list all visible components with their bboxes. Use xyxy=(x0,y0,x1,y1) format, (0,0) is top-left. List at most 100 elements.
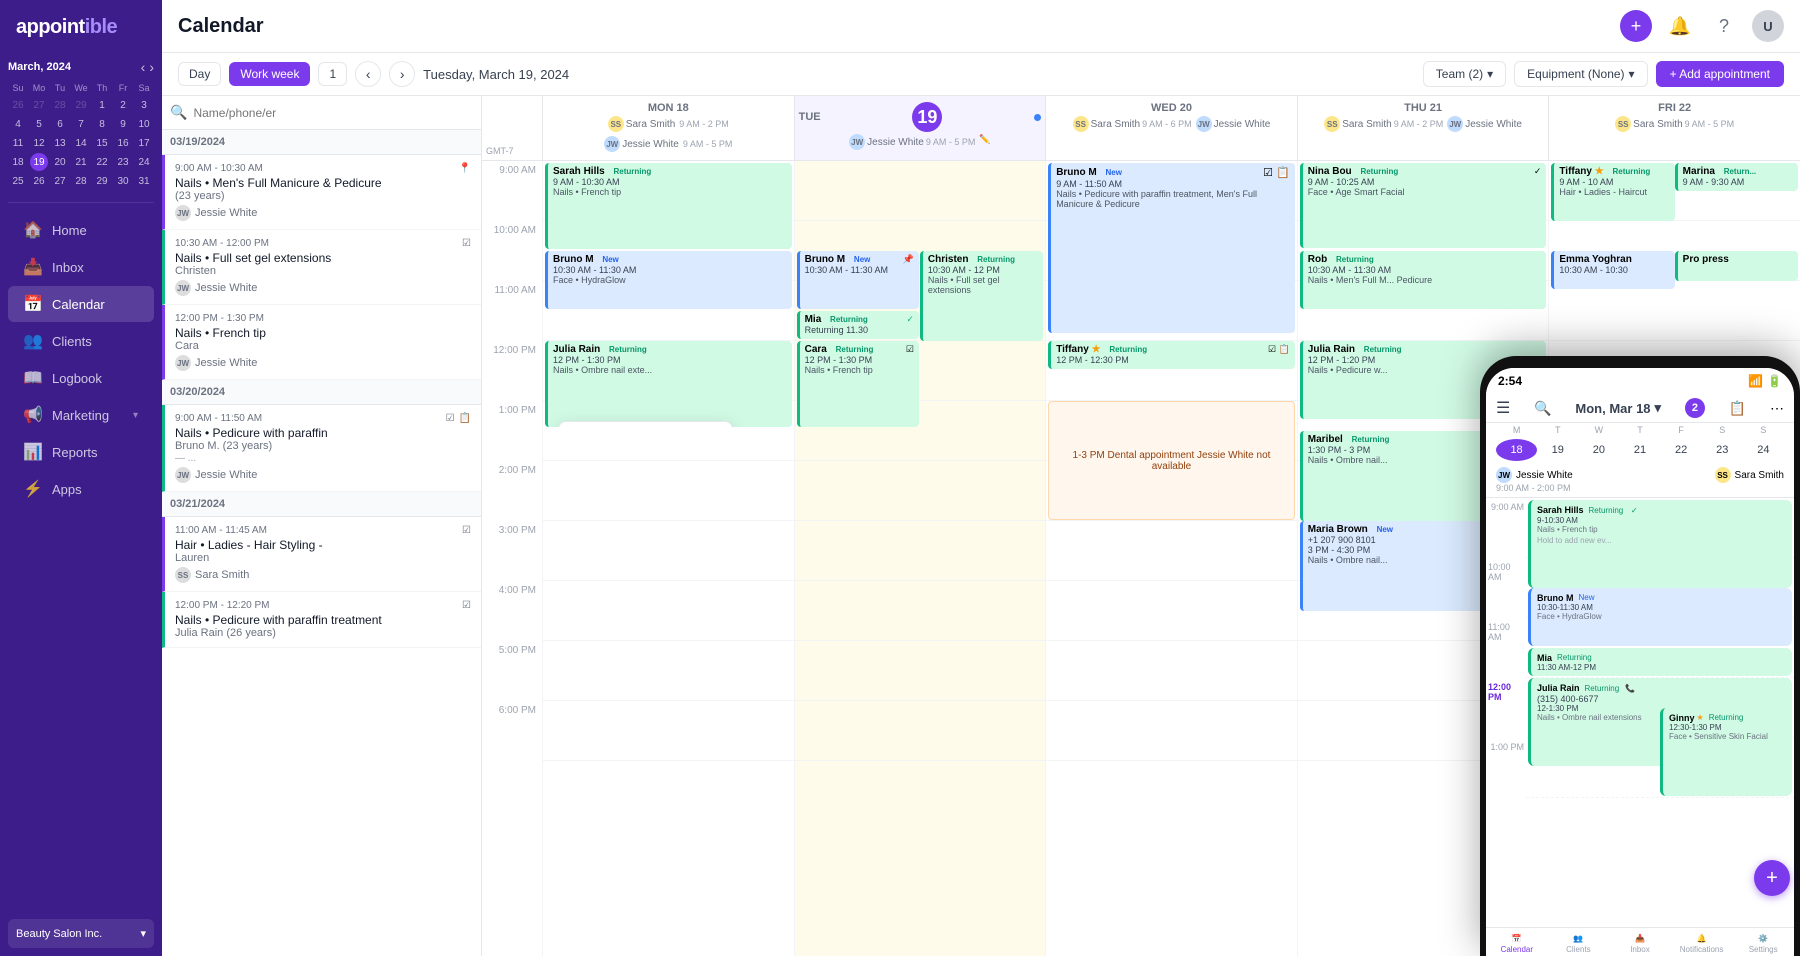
mini-cal-day[interactable]: 27 xyxy=(30,96,48,114)
mini-cal-day[interactable]: 25 xyxy=(9,172,27,190)
sidebar-item-inbox[interactable]: 📥 Inbox xyxy=(8,249,154,285)
mini-cal-day[interactable]: 28 xyxy=(72,172,90,190)
mini-cal-day[interactable]: 21 xyxy=(72,153,90,171)
equipment-filter-button[interactable]: Equipment (None) ▾ xyxy=(1514,61,1647,87)
event-block[interactable]: Bruno M New 📌 10:30 AM - 11:30 AM xyxy=(797,251,919,309)
work-week-view-button[interactable]: Work week xyxy=(229,62,310,86)
add-appointment-button[interactable]: + Add appointment xyxy=(1656,61,1784,87)
phone-date-22[interactable]: 22 xyxy=(1661,439,1702,461)
mini-cal-day[interactable]: 31 xyxy=(135,172,153,190)
add-button[interactable]: + xyxy=(1620,10,1652,42)
phone-fab-button[interactable]: + xyxy=(1754,860,1790,896)
event-block[interactable]: Julia Rain Returning 12 PM - 1:30 PM Nai… xyxy=(545,341,792,427)
phone-date-23[interactable]: 23 xyxy=(1702,439,1743,461)
more-icon[interactable]: ⋯ xyxy=(1770,400,1784,417)
event-block[interactable]: Sarah Hills Returning 9 AM - 10:30 AM Na… xyxy=(545,163,792,249)
next-week-button[interactable]: › xyxy=(389,61,415,87)
edit-icon[interactable]: ✏️ xyxy=(979,134,990,150)
mini-cal-next[interactable]: › xyxy=(149,59,154,75)
mini-cal-day[interactable]: 12 xyxy=(30,134,48,152)
mini-cal-day[interactable]: 5 xyxy=(30,115,48,133)
mini-cal-day[interactable]: 3 xyxy=(135,96,153,114)
list-item[interactable]: 9:00 AM - 11:50 AM ☑ 📋 Nails • Pedicure … xyxy=(162,405,481,492)
prev-week-button[interactable]: ‹ xyxy=(355,61,381,87)
search-input[interactable] xyxy=(193,106,473,120)
mini-cal-day[interactable]: 4 xyxy=(9,115,27,133)
event-block[interactable]: Pro press xyxy=(1675,251,1798,281)
mini-cal-day[interactable]: 30 xyxy=(114,172,132,190)
mini-cal-day-today[interactable]: 19 xyxy=(30,153,48,171)
mini-cal-day[interactable]: 29 xyxy=(93,172,111,190)
list-item[interactable]: 11:00 AM - 11:45 AM ☑ Hair • Ladies - Ha… xyxy=(162,517,481,592)
mini-cal-day[interactable]: 28 xyxy=(51,96,69,114)
phone-date-20[interactable]: 20 xyxy=(1578,439,1619,461)
list-item[interactable]: 12:00 PM - 1:30 PM Nails • French tip Ca… xyxy=(162,305,481,380)
salon-selector[interactable]: Beauty Salon Inc. ▾ xyxy=(8,919,154,948)
mini-cal-day[interactable]: 20 xyxy=(51,153,69,171)
mini-cal-day[interactable]: 7 xyxy=(72,115,90,133)
sidebar-item-logbook[interactable]: 📖 Logbook xyxy=(8,360,154,396)
mini-cal-day[interactable]: 23 xyxy=(114,153,132,171)
mini-cal-day[interactable]: 10 xyxy=(135,115,153,133)
mini-cal-day[interactable]: 8 xyxy=(93,115,111,133)
mini-cal-day[interactable]: 29 xyxy=(72,96,90,114)
mini-cal-day[interactable]: 18 xyxy=(9,153,27,171)
phone-event[interactable]: Bruno M New 10:30-11:30 AM Face • HydraG… xyxy=(1528,588,1792,646)
list-item[interactable]: 9:00 AM - 10:30 AM 📍 Nails • Men's Full … xyxy=(162,155,481,230)
phone-date-24[interactable]: 24 xyxy=(1743,439,1784,461)
phone-month-nav[interactable]: Mon, Mar 18 ▾ xyxy=(1575,400,1661,416)
phone-date-21[interactable]: 21 xyxy=(1619,439,1660,461)
day-view-button[interactable]: Day xyxy=(178,62,221,86)
phone-date-18[interactable]: 18 xyxy=(1496,439,1537,461)
mini-cal-day[interactable]: 11 xyxy=(9,134,27,152)
mini-cal-day[interactable]: 9 xyxy=(114,115,132,133)
mini-cal-day[interactable]: 24 xyxy=(135,153,153,171)
event-block[interactable]: Rob Returning 10:30 AM - 11:30 AM Nails … xyxy=(1300,251,1547,309)
team-filter-button[interactable]: Team (2) ▾ xyxy=(1423,61,1506,87)
sidebar-item-clients[interactable]: 👥 Clients xyxy=(8,323,154,359)
mini-cal-day[interactable]: 2 xyxy=(114,96,132,114)
mini-cal-day[interactable]: 17 xyxy=(135,134,153,152)
mini-cal-prev[interactable]: ‹ xyxy=(141,59,146,75)
mini-cal-day[interactable]: 15 xyxy=(93,134,111,152)
event-block[interactable]: Marina Return... 9 AM - 9:30 AM xyxy=(1675,163,1798,191)
phone-nav-notifications[interactable]: 🔔 Notifications xyxy=(1671,934,1733,954)
event-block[interactable]: Cara Returning ☑ 12 PM - 1:30 PM Nails •… xyxy=(797,341,919,427)
mini-cal-day[interactable]: 27 xyxy=(51,172,69,190)
phone-date-19[interactable]: 19 xyxy=(1537,439,1578,461)
search-icon[interactable]: 🔍 xyxy=(1534,400,1551,417)
mini-cal-day[interactable]: 14 xyxy=(72,134,90,152)
event-block[interactable]: Nina Bou Returning ✓ 9 AM - 10:25 AM Fac… xyxy=(1300,163,1547,248)
event-block[interactable]: Tiffany ★ Returning ☑ 📋 12 PM - 12:30 PM xyxy=(1048,341,1295,369)
mini-cal-day[interactable]: 13 xyxy=(51,134,69,152)
sidebar-item-reports[interactable]: 📊 Reports xyxy=(8,434,154,470)
notifications-button[interactable]: 🔔 xyxy=(1664,10,1696,42)
event-block[interactable]: Bruno M New ☑ 📋 9 AM - 11:50 AM Nails • … xyxy=(1048,163,1295,333)
list-item[interactable]: 12:00 PM - 12:20 PM ☑ Nails • Pedicure w… xyxy=(162,592,481,648)
phone-event[interactable]: Sarah Hills Returning ✓ 9-10:30 AM Nails… xyxy=(1528,500,1792,588)
menu-icon[interactable]: ☰ xyxy=(1496,398,1510,418)
sidebar-item-marketing[interactable]: 📢 Marketing ▾ xyxy=(8,397,154,433)
sidebar-item-calendar[interactable]: 📅 Calendar xyxy=(8,286,154,322)
mini-cal-day[interactable]: 26 xyxy=(9,96,27,114)
mini-cal-day[interactable]: 1 xyxy=(93,96,111,114)
event-block[interactable]: Tiffany ★ Returning 9 AM - 10 AM Hair • … xyxy=(1551,163,1674,221)
event-block[interactable]: Bruno M New 10:30 AM - 11:30 AM Face • H… xyxy=(545,251,792,309)
event-block[interactable]: Christen Returning 10:30 AM - 12 PM Nail… xyxy=(920,251,1043,341)
phone-nav-clients[interactable]: 👥 Clients xyxy=(1548,934,1610,954)
number-view-button[interactable]: 1 xyxy=(318,62,347,86)
user-avatar[interactable]: U xyxy=(1752,10,1784,42)
sidebar-item-apps[interactable]: ⚡ Apps xyxy=(8,471,154,507)
phone-event[interactable]: Mia Returning 11:30 AM-12 PM xyxy=(1528,648,1792,676)
mini-cal-day[interactable]: 6 xyxy=(51,115,69,133)
phone-nav-inbox[interactable]: 📥 Inbox xyxy=(1609,934,1671,954)
event-block[interactable]: Mia Returning ✓ Returning 11.30 xyxy=(797,311,919,339)
sidebar-item-home[interactable]: 🏠 Home xyxy=(8,212,154,248)
grid-icon[interactable]: 📋 xyxy=(1729,400,1746,417)
phone-nav-settings[interactable]: ⚙️ Settings xyxy=(1732,934,1794,954)
help-button[interactable]: ? xyxy=(1708,10,1740,42)
mini-cal-day[interactable]: 26 xyxy=(30,172,48,190)
phone-event[interactable]: Ginny ★ Returning 12:30-1:30 PM Face • S… xyxy=(1660,708,1792,796)
phone-nav-calendar[interactable]: 📅 Calendar xyxy=(1486,934,1548,954)
mini-cal-day[interactable]: 16 xyxy=(114,134,132,152)
